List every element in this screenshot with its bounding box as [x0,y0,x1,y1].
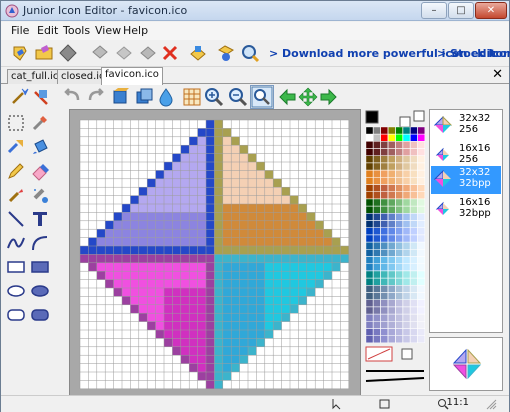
icon-preview [429,337,503,391]
filled-round-rect-icon[interactable] [29,304,51,326]
cursor-icon [332,399,341,410]
wand-icon[interactable] [9,86,31,108]
grid-icon[interactable] [181,86,203,108]
search-icon[interactable] [239,42,261,64]
spray-icon[interactable] [29,184,51,206]
paste-icon[interactable] [137,42,159,64]
main-toolbar: > Download more powerful icon editor > S… [1,40,510,67]
menu-tools[interactable]: Tools [63,24,90,37]
menu-edit[interactable]: Edit [37,24,58,37]
window-title: Junior Icon Editor - favicon.ico [23,4,188,17]
close-button[interactable]: ✕ [475,2,507,19]
eraser-icon[interactable] [29,160,51,182]
image-depth: 256 [459,124,479,135]
image-item[interactable]: 16x16 32bpp [431,196,501,224]
frames-icon[interactable] [133,86,155,108]
document-tabs: cat_full.ico closed.ico favicon.ico ✕ [1,67,509,85]
drawing-canvas-area [69,109,361,397]
arc-icon[interactable] [29,232,51,254]
fill-icon[interactable] [29,136,51,158]
image-size: 32x32 [459,167,491,178]
image-size: 16x16 [459,143,491,154]
curve-icon[interactable] [5,232,27,254]
title-bar: Junior Icon Editor - favicon.ico – □ ✕ [1,1,509,21]
brush-icon[interactable] [5,184,27,206]
select-icon[interactable] [5,112,27,134]
pencil-icon[interactable] [5,160,27,182]
zoom-in-icon[interactable] [203,86,225,108]
help-icon[interactable] [215,42,237,64]
preview-image [452,348,482,380]
arrow-right-icon[interactable] [317,86,339,108]
new-icon[interactable] [9,42,31,64]
size-icon [379,399,390,409]
open-icon[interactable] [33,42,55,64]
import-icon[interactable] [187,42,209,64]
undo-icon[interactable] [61,86,83,108]
line-icon[interactable] [5,208,27,230]
zoom-fit-icon[interactable] [250,85,274,109]
clear-icon[interactable] [31,86,53,108]
image-depth: 256 [459,154,479,165]
tab-favicon[interactable]: favicon.ico [101,67,163,85]
menu-file[interactable]: File [11,24,29,37]
copy-icon[interactable] [113,42,135,64]
color-palette [364,109,426,391]
picker-icon[interactable] [29,112,51,134]
rect-icon[interactable] [5,256,27,278]
move-icon[interactable] [5,136,27,158]
menu-bar: File Edit Tools View Help [1,22,509,40]
image-format-list: 32x32 256 16x16 256 32x32 32bpp 16x16 32bpp [429,109,503,333]
stock-icons-link[interactable]: > Stock Icons [437,47,510,60]
grip-icon [486,399,497,410]
zoom-out-icon[interactable] [227,86,249,108]
pixel-canvas[interactable] [70,110,360,396]
filled-rect-icon[interactable] [29,256,51,278]
minimize-button[interactable]: – [421,2,447,19]
frame-icon[interactable] [109,86,131,108]
round-rect-icon[interactable] [5,304,27,326]
maximize-button[interactable]: □ [448,2,474,19]
palette-swatches[interactable] [364,109,426,391]
icon-thumbnail [435,201,449,215]
image-depth: 32bpp [459,178,491,189]
image-size: 16x16 [459,197,491,208]
cut-icon[interactable] [89,42,111,64]
image-size: 32x32 [459,113,491,124]
save-icon[interactable] [57,42,79,64]
menu-view[interactable]: View [95,24,121,37]
ellipse-icon[interactable] [5,280,27,302]
icon-thumbnail [434,170,451,187]
text-icon[interactable] [29,208,51,230]
image-depth: 32bpp [459,208,491,219]
delete-icon[interactable] [159,42,181,64]
arrow-move-icon[interactable] [297,86,319,108]
editor-toolbar [1,85,509,109]
icon-thumbnail [435,147,449,161]
status-bar: 11:1 [1,395,509,412]
app-window: Junior Icon Editor - favicon.ico – □ ✕ F… [0,0,510,412]
arrow-left-icon[interactable] [277,86,299,108]
drop-icon[interactable] [155,86,177,108]
image-item-selected[interactable]: 32x32 32bpp [431,166,501,194]
menu-help[interactable]: Help [123,24,148,37]
close-tab-button[interactable]: ✕ [492,67,503,82]
zoom-level: 11:1 [446,397,469,408]
image-item[interactable]: 32x32 256 [431,112,501,140]
filled-ellipse-icon[interactable] [29,280,51,302]
icon-thumbnail [434,116,452,133]
redo-icon[interactable] [85,86,107,108]
app-icon [5,4,19,18]
drawing-tools [5,109,57,391]
